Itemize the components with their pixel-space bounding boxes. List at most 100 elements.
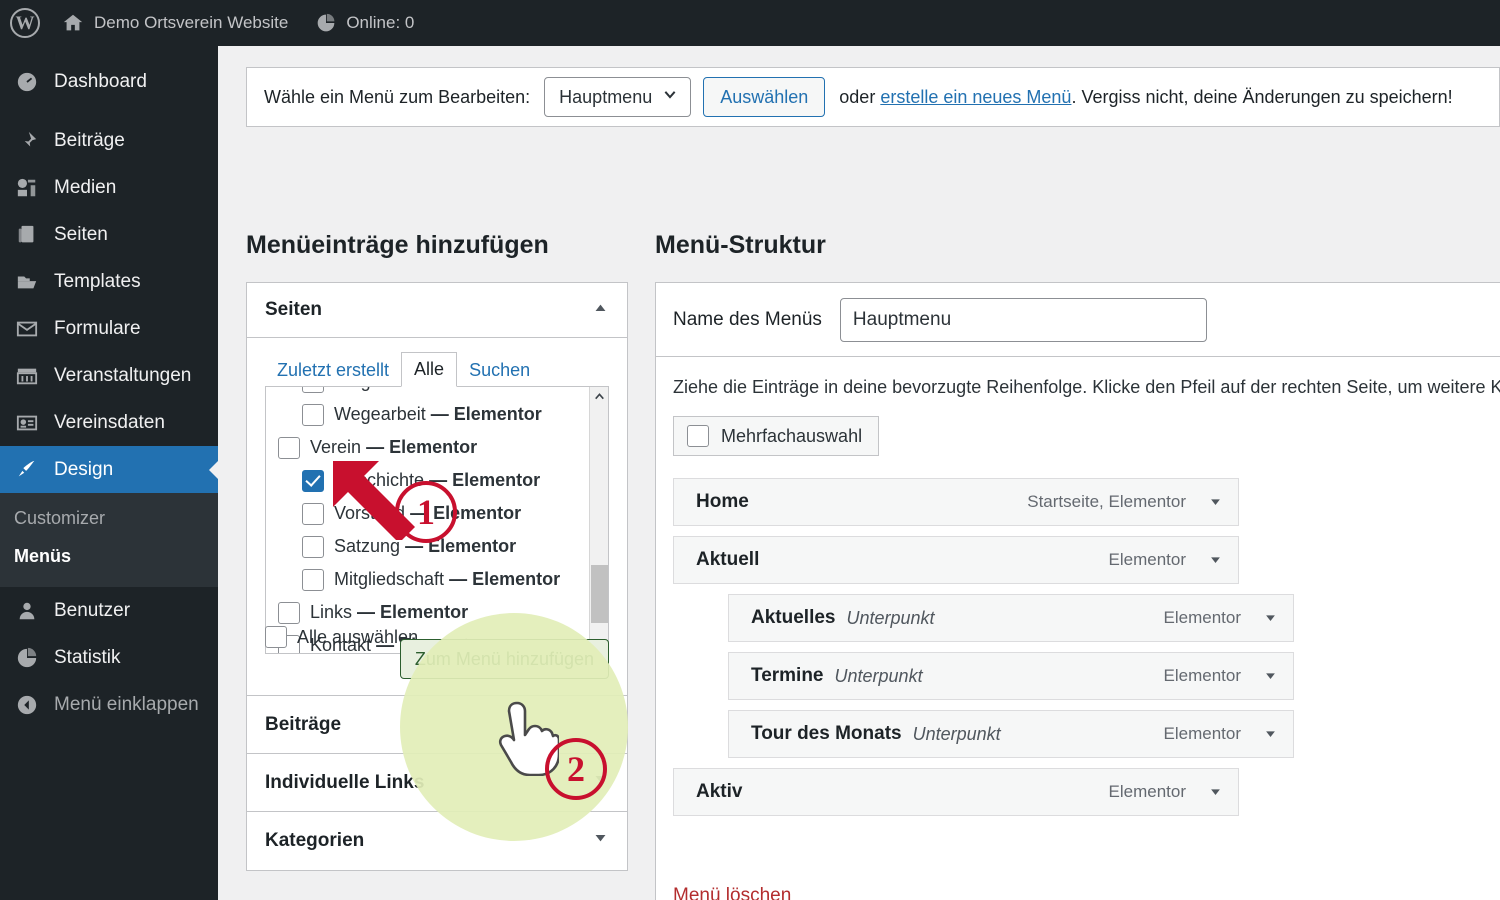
chevron-down-icon xyxy=(662,87,678,108)
accordion-title: Individuelle Links xyxy=(265,771,425,793)
sidebar-subitem-menus[interactable]: Menüs xyxy=(0,537,218,575)
page-suffix: — Elementor xyxy=(430,404,542,424)
menu-item-type: Startseite, Elementor xyxy=(1027,492,1186,511)
menu-structure-heading: Menü-Struktur xyxy=(655,231,826,259)
menu-structure-panel: Name des Menüs Ziehe die Einträge in dei… xyxy=(655,282,1500,900)
select-all-checkbox[interactable] xyxy=(265,626,287,648)
sidebar-item-label: Benutzer xyxy=(54,599,131,621)
chevron-down-icon[interactable] xyxy=(1247,711,1293,757)
menu-select-dropdown[interactable]: Hauptmenu xyxy=(544,77,692,117)
user-icon xyxy=(14,600,40,622)
chevron-down-icon[interactable] xyxy=(1247,653,1293,699)
sidebar-item-label: Design xyxy=(54,458,114,480)
chevron-down-icon[interactable] xyxy=(1192,479,1238,525)
add-menu-items-heading: Menüeinträge hinzufügen xyxy=(246,231,549,259)
paintbrush-icon xyxy=(14,459,40,481)
page-checkbox[interactable] xyxy=(302,403,324,426)
home-icon xyxy=(62,12,84,34)
create-new-menu-link[interactable]: erstelle ein neues Menü xyxy=(880,87,1071,107)
page-checkbox[interactable] xyxy=(302,387,324,393)
menu-item-title: Home xyxy=(696,491,749,512)
sidebar-item-label: Templates xyxy=(54,270,141,292)
hint-before: oder xyxy=(839,86,881,107)
list-item[interactable]: Wegenetz — Elementor xyxy=(266,387,608,398)
wordpress-logo-button[interactable]: W xyxy=(0,0,48,46)
menu-item-title: Aktuelles xyxy=(751,607,836,628)
menu-name-input[interactable] xyxy=(839,297,1207,342)
accordion-title: Kategorien xyxy=(265,830,365,851)
menu-select-value: Hauptmenu xyxy=(559,86,653,107)
menu-item-row[interactable]: Termine Unterpunkt Elementor xyxy=(728,652,1294,700)
id-card-icon xyxy=(14,412,40,434)
sidebar-item-statistik[interactable]: Statistik xyxy=(0,634,218,681)
sidebar-item-templates[interactable]: Templates xyxy=(0,258,218,305)
admin-sidebar: Dashboard Beiträge Medien Seiten Templat… xyxy=(0,46,218,900)
page-name: Mitgliedschaft xyxy=(334,569,445,589)
menu-item-title: Termine xyxy=(751,665,824,686)
sidebar-item-label: Statistik xyxy=(54,646,121,668)
pie-chart-icon xyxy=(14,647,40,669)
tab-suchen[interactable]: Suchen xyxy=(457,354,542,387)
select-menu-button[interactable]: Auswählen xyxy=(703,77,826,117)
select-all-row[interactable]: Alle auswählen xyxy=(265,626,418,648)
list-item[interactable]: Mitgliedschaft — Elementor xyxy=(266,563,608,596)
bulk-select-checkbox[interactable] xyxy=(687,425,709,447)
tab-zuletzt-erstellt[interactable]: Zuletzt erstellt xyxy=(265,354,401,387)
page-name: Verein xyxy=(310,437,362,457)
sidebar-item-veranstaltungen[interactable]: Veranstaltungen xyxy=(0,352,218,399)
sidebar-item-dashboard[interactable]: Dashboard xyxy=(0,58,218,105)
sidebar-item-beitraege[interactable]: Beiträge xyxy=(0,117,218,164)
menu-selector-hint: oder erstelle ein neues Menü. Vergiss ni… xyxy=(839,87,1452,108)
page-checkbox[interactable] xyxy=(302,568,324,591)
tab-alle[interactable]: Alle xyxy=(401,352,458,387)
pages-icon xyxy=(14,224,40,246)
menu-selector-bar: Wähle ein Menü zum Bearbeiten: Hauptmenu… xyxy=(246,67,1500,127)
menu-item-type: Elementor xyxy=(1108,782,1186,801)
site-name-button[interactable]: Demo Ortsverein Website xyxy=(48,0,302,46)
online-stats-button[interactable]: Online: 0 xyxy=(302,0,428,46)
wordpress-logo-icon: W xyxy=(10,8,40,38)
sidebar-subitem-label: Menüs xyxy=(14,545,72,566)
menu-item-row[interactable]: Home Startseite, Elementor xyxy=(673,478,1239,526)
page-checkbox-checked[interactable] xyxy=(302,469,324,492)
sidebar-item-label: Formulare xyxy=(54,317,141,339)
page-checkbox[interactable] xyxy=(302,502,324,525)
bulk-select-toggle[interactable]: Mehrfachauswahl xyxy=(673,416,880,456)
sidebar-item-medien[interactable]: Medien xyxy=(0,164,218,211)
chevron-down-icon[interactable] xyxy=(1192,769,1238,815)
menu-item-row[interactable]: Aktuell Elementor xyxy=(673,536,1239,584)
page-checkbox[interactable] xyxy=(302,535,324,558)
sidebar-item-design[interactable]: Design xyxy=(0,446,218,493)
menu-item-row[interactable]: Aktuelles Unterpunkt Elementor xyxy=(728,594,1294,642)
sidebar-item-seiten[interactable]: Seiten xyxy=(0,211,218,258)
chevron-down-icon[interactable] xyxy=(1247,595,1293,641)
page-checkbox[interactable] xyxy=(278,436,300,459)
menu-item-row[interactable]: Tour des Monats Unterpunkt Elementor xyxy=(728,710,1294,758)
delete-menu-link[interactable]: Menü löschen xyxy=(673,885,791,900)
menu-item-title: Tour des Monats xyxy=(751,723,902,744)
sidebar-item-vereinsdaten[interactable]: Vereinsdaten xyxy=(0,399,218,446)
list-item[interactable]: Wegearbeit — Elementor xyxy=(266,398,608,431)
site-name-label: Demo Ortsverein Website xyxy=(94,13,289,32)
list-item[interactable]: Verein — Elementor xyxy=(266,431,608,464)
page-suffix: — Elementor xyxy=(429,470,541,490)
sidebar-subitem-customizer[interactable]: Customizer xyxy=(0,499,218,537)
sidebar-item-label: Vereinsdaten xyxy=(54,411,165,433)
accordion-header-kategorien[interactable]: Kategorien xyxy=(247,812,627,870)
accordion-title: Beiträge xyxy=(265,713,342,735)
add-to-menu-button[interactable]: Zum Menü hinzufügen xyxy=(399,639,609,679)
chevron-down-icon[interactable] xyxy=(1192,537,1238,583)
chevron-up-icon[interactable] xyxy=(590,387,608,406)
menu-item-subtype: Unterpunkt xyxy=(846,607,935,628)
sidebar-item-label: Beiträge xyxy=(54,129,125,151)
bulk-select-label: Mehrfachauswahl xyxy=(721,425,863,446)
chevron-down-icon[interactable] xyxy=(592,830,609,853)
sidebar-collapse-button[interactable]: Menü einklappen xyxy=(0,681,218,728)
chevron-up-icon[interactable] xyxy=(592,299,609,322)
sidebar-item-formulare[interactable]: Formulare xyxy=(0,305,218,352)
menu-item-title: Aktiv xyxy=(696,781,743,802)
accordion-header-seiten[interactable]: Seiten xyxy=(247,283,627,338)
calendar-icon xyxy=(14,365,40,387)
menu-item-row[interactable]: Aktiv Elementor xyxy=(673,768,1239,816)
sidebar-item-benutzer[interactable]: Benutzer xyxy=(0,587,218,634)
